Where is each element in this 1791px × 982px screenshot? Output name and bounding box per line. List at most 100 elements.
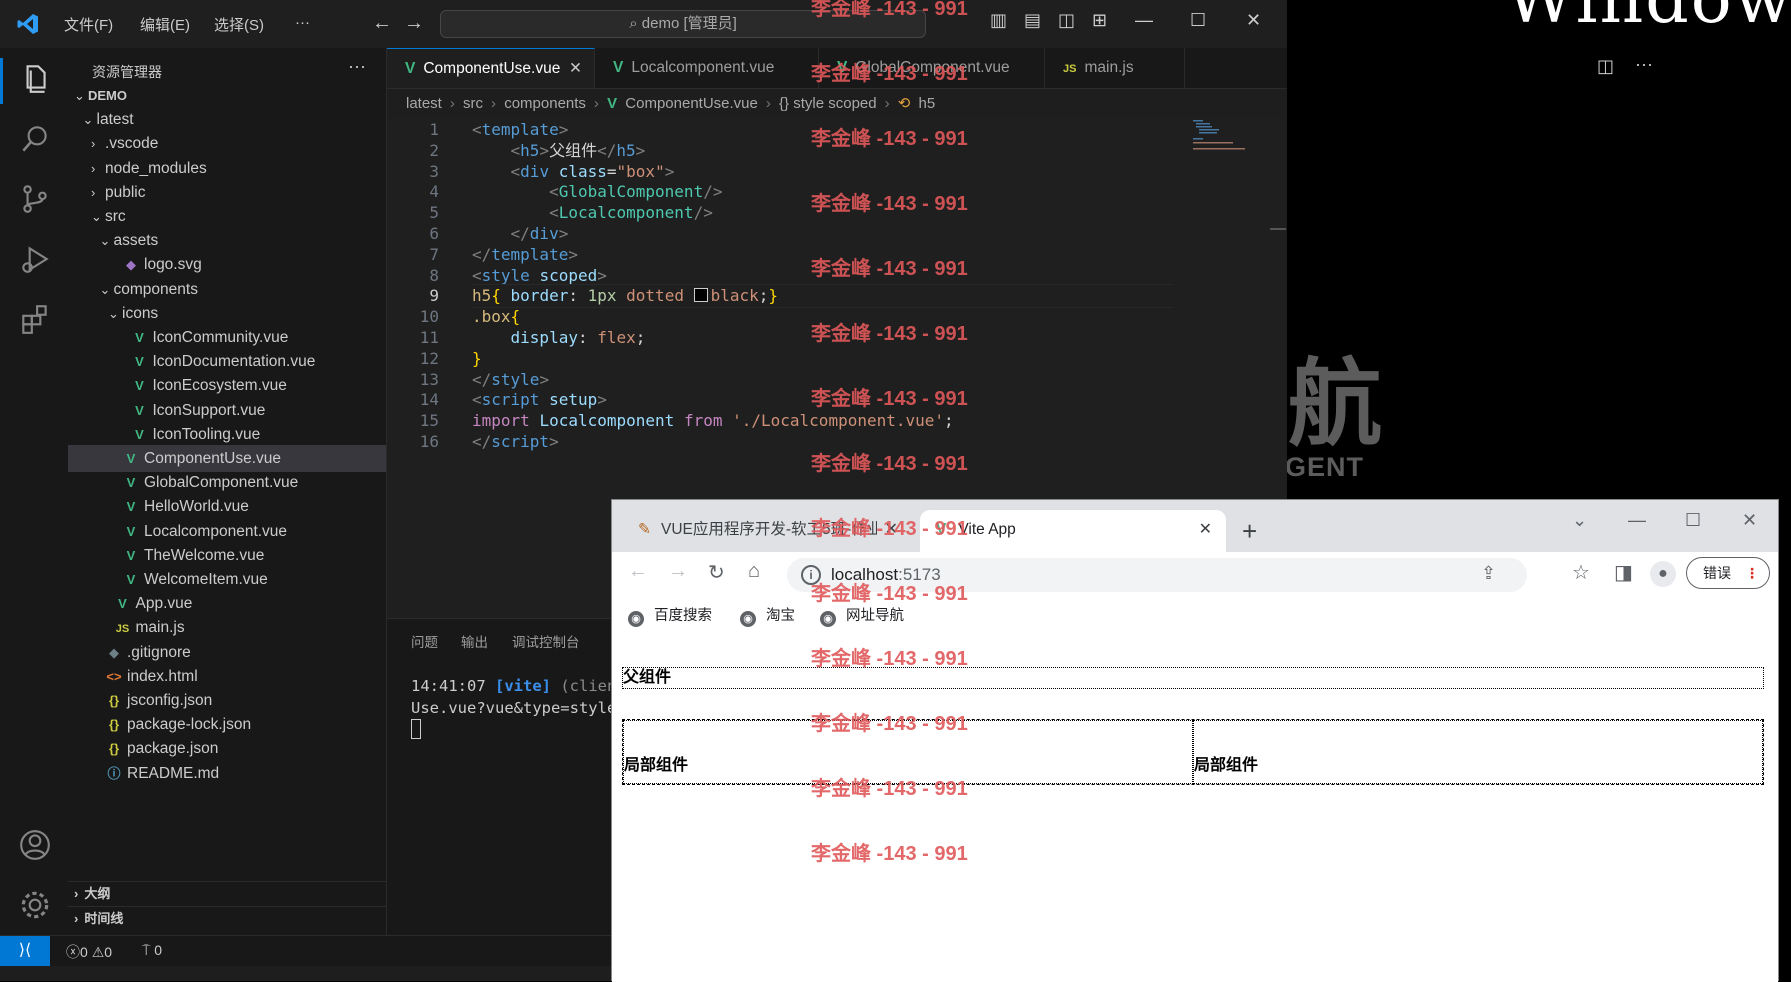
minimize-icon[interactable]: — — [1628, 510, 1646, 531]
menu-selection[interactable]: 选择(S) — [214, 14, 264, 35]
status-problems[interactable]: ⓧ0 ⚠0 — [66, 942, 112, 962]
tree-item[interactable]: V Localcomponent.vue — [68, 518, 386, 545]
toggle-panel-icon[interactable]: ▤ — [1024, 10, 1041, 31]
tree-item[interactable]: ◆ logo.svg — [68, 251, 386, 278]
tab-localcomponent[interactable]: V Localcomponent.vue — [595, 48, 819, 88]
breadcrumb-item[interactable]: components — [504, 95, 586, 112]
forward-arrow-icon[interactable]: → — [404, 12, 424, 35]
tree-item[interactable]: {} package-lock.json — [68, 711, 386, 738]
account-icon[interactable] — [18, 828, 52, 862]
tree-item[interactable]: V IconSupport.vue — [68, 397, 386, 424]
tree-item[interactable]: {} jsconfig.json — [68, 687, 386, 714]
panel-tab-output[interactable]: 输出 — [461, 631, 488, 651]
tab-close-icon[interactable]: ✕ — [1199, 510, 1212, 550]
tab-mainjs[interactable]: JS main.js — [1045, 48, 1185, 88]
tree-item[interactable]: V App.vue — [68, 590, 386, 617]
gear-icon[interactable] — [18, 888, 52, 922]
close-icon[interactable]: ✕ — [1742, 510, 1757, 531]
panel-tab-problems[interactable]: 问题 — [411, 631, 438, 651]
tree-item[interactable]: ⌄ assets — [68, 227, 386, 254]
tree-item[interactable]: V IconEcosystem.vue — [68, 372, 386, 399]
bookmark-star-icon[interactable]: ☆ — [1572, 560, 1590, 585]
tab-globalcomponent[interactable]: V GlobalComponent.vue — [819, 48, 1045, 88]
search-icon[interactable] — [18, 122, 52, 156]
panel-tab-debug-console[interactable]: 调试控制台 — [512, 631, 580, 651]
back-arrow-icon[interactable]: ← — [628, 560, 648, 583]
toggle-sidebar-icon[interactable]: ▥ — [990, 10, 1007, 31]
browser-tab-vite-app[interactable]: V Vite App ✕ — [920, 510, 1226, 552]
tree-item[interactable]: V TheWelcome.vue — [68, 542, 386, 569]
menu-more[interactable]: ··· — [295, 14, 310, 31]
maximize-icon[interactable]: ☐ — [1685, 510, 1701, 531]
toggle-secondary-sidebar-icon[interactable]: ◫ — [1058, 10, 1075, 31]
info-icon[interactable]: i — [801, 565, 821, 585]
sidebar-more-button[interactable]: ··· — [348, 56, 366, 77]
back-arrow-icon[interactable]: ← — [372, 12, 392, 35]
status-ports[interactable]: ⍑ 0 — [142, 942, 162, 959]
tree-item[interactable]: ⌄ components — [68, 276, 386, 303]
tab-close-icon[interactable]: ✕ — [569, 49, 582, 89]
tree-item[interactable]: ⌄ icons — [68, 300, 386, 327]
menu-file[interactable]: 文件(F) — [64, 14, 113, 35]
new-tab-button[interactable]: + — [1242, 516, 1257, 547]
tree-item[interactable]: ◆ .gitignore — [68, 639, 386, 666]
tree-item[interactable]: V WelcomeItem.vue — [68, 566, 386, 593]
breadcrumb-item[interactable]: latest — [406, 95, 442, 112]
forward-arrow-icon[interactable]: → — [668, 560, 688, 583]
minimap[interactable] — [1193, 118, 1253, 158]
tree-item[interactable]: ⓘ README.md — [68, 760, 386, 787]
menu-kebab-icon[interactable]: ⋮ — [1745, 558, 1759, 588]
extensions-icon[interactable] — [18, 302, 52, 336]
breadcrumb-item[interactable]: h5 — [919, 95, 936, 112]
tree-item[interactable]: {} package.json — [68, 735, 386, 762]
terminal-output[interactable]: 14:41:07 [vite] (clien Use.vue?vue&type=… — [411, 675, 616, 742]
source-control-icon[interactable] — [18, 182, 52, 216]
section-timeline[interactable]: › 时间线 — [68, 906, 386, 931]
maximize-icon[interactable]: ☐ — [1190, 10, 1206, 31]
tree-item[interactable]: <> index.html — [68, 663, 386, 690]
bookmark-navigation[interactable]: ◉ 网址导航 — [820, 604, 904, 627]
address-bar[interactable]: i localhost:5173 ⇪ — [787, 558, 1527, 592]
tree-item[interactable]: V ComponentUse.vue — [68, 445, 386, 472]
error-button[interactable]: 错误 ⋮ — [1686, 557, 1770, 589]
code-line[interactable]: 16 </script> — [387, 430, 1287, 454]
explorer-icon[interactable] — [18, 62, 52, 96]
browser-tab-vue-course[interactable]: ✎ VUE应用程序开发-软工5班-作业 ✕ — [626, 510, 898, 552]
tree-item[interactable]: › public — [68, 179, 386, 206]
tab-search-chevron-icon[interactable]: ⌄ — [1572, 510, 1587, 531]
profile-avatar-icon[interactable]: ● — [1650, 561, 1676, 587]
tab-close-icon[interactable]: ✕ — [885, 510, 898, 550]
tree-item[interactable]: JS main.js — [68, 614, 386, 641]
tree-item[interactable]: ⌄ DEMO — [68, 82, 386, 109]
reload-icon[interactable]: ↻ — [708, 560, 725, 585]
editor-more-icon[interactable]: ··· — [1635, 54, 1653, 75]
breadcrumb-item[interactable]: {} style scoped — [779, 95, 877, 112]
breadcrumb-item[interactable]: src — [463, 95, 483, 112]
tree-item[interactable]: V IconCommunity.vue — [68, 324, 386, 351]
side-panel-icon[interactable]: ◨ — [1614, 560, 1633, 585]
share-icon[interactable]: ⇪ — [1481, 563, 1496, 584]
bookmark-taobao[interactable]: ◉ 淘宝 — [740, 604, 795, 627]
section-outline[interactable]: › 大纲 — [68, 881, 386, 906]
tree-item[interactable]: › node_modules — [68, 155, 386, 182]
menu-edit[interactable]: 编辑(E) — [140, 14, 190, 35]
remote-icon[interactable]: ⟩⟨ — [0, 936, 50, 966]
home-icon[interactable]: ⌂ — [748, 560, 760, 583]
command-center[interactable]: ⌕ demo [管理员] — [440, 10, 926, 38]
tab-componentuse[interactable]: V ComponentUse.vue ✕ — [387, 48, 595, 88]
tree-item-label: public — [105, 183, 146, 201]
tree-item[interactable]: ⌄ src — [68, 203, 386, 230]
split-editor-icon[interactable]: ◫ — [1597, 56, 1614, 77]
tree-item[interactable]: V IconTooling.vue — [68, 421, 386, 448]
tree-item[interactable]: V GlobalComponent.vue — [68, 469, 386, 496]
run-debug-icon[interactable] — [18, 242, 52, 276]
tree-item[interactable]: ⌄ latest — [68, 106, 386, 133]
minimize-icon[interactable]: — — [1135, 10, 1153, 31]
tree-item[interactable]: › .vscode — [68, 130, 386, 157]
breadcrumb-item[interactable]: ComponentUse.vue — [625, 95, 758, 112]
tree-item[interactable]: V HelloWorld.vue — [68, 493, 386, 520]
customize-layout-icon[interactable]: ⊞ — [1092, 10, 1107, 31]
tree-item[interactable]: V IconDocumentation.vue — [68, 348, 386, 375]
bookmark-baidu[interactable]: ◉ 百度搜索 — [628, 604, 712, 627]
close-icon[interactable]: ✕ — [1246, 10, 1261, 31]
